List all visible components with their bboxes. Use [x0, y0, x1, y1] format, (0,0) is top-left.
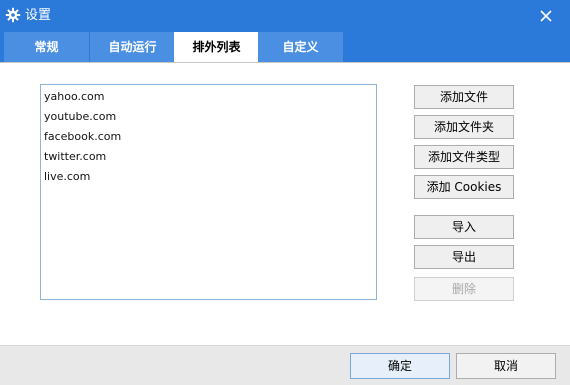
tab-autorun[interactable]: 自动运行: [90, 32, 175, 62]
ok-button[interactable]: 确定: [350, 353, 450, 379]
list-item[interactable]: yahoo.com: [44, 87, 373, 107]
export-button[interactable]: 导出: [414, 245, 514, 269]
delete-button[interactable]: 删除: [414, 277, 514, 301]
list-item[interactable]: youtube.com: [44, 107, 373, 127]
import-button[interactable]: 导入: [414, 215, 514, 239]
tab-general[interactable]: 常规: [4, 32, 89, 62]
title-bar: 设置: [0, 0, 570, 32]
tab-bar: 常规 自动运行 排外列表 自定义: [0, 32, 570, 62]
window-title: 设置: [25, 8, 52, 23]
add-file-button[interactable]: 添加文件: [414, 85, 514, 109]
add-folder-button[interactable]: 添加文件夹: [414, 115, 514, 139]
tab-custom[interactable]: 自定义: [258, 32, 343, 62]
list-item[interactable]: live.com: [44, 167, 373, 187]
add-cookies-button[interactable]: 添加 Cookies: [414, 175, 514, 199]
list-item[interactable]: facebook.com: [44, 127, 373, 147]
tab-divider: [0, 62, 570, 63]
tab-exclusion-list[interactable]: 排外列表: [174, 32, 259, 62]
list-item[interactable]: twitter.com: [44, 147, 373, 167]
exclusion-list[interactable]: yahoo.com youtube.com facebook.com twitt…: [40, 84, 377, 300]
close-icon[interactable]: [537, 7, 555, 25]
gear-icon: [5, 7, 21, 23]
dialog-footer: 确定 取消: [0, 345, 570, 385]
cancel-button[interactable]: 取消: [456, 353, 556, 379]
add-file-type-button[interactable]: 添加文件类型: [414, 145, 514, 169]
